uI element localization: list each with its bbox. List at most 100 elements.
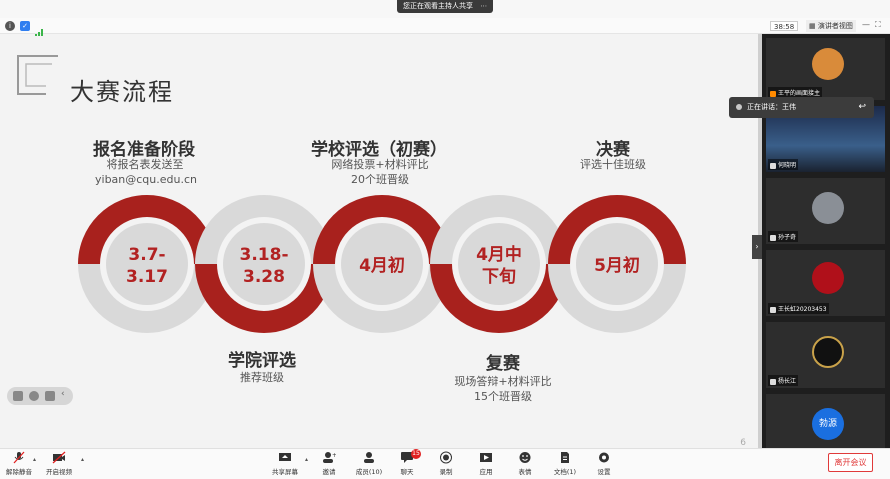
invite-button[interactable]: + 邀请 bbox=[312, 451, 346, 476]
stage-4-date-line: 4月中 bbox=[476, 244, 522, 265]
invite-icon: + bbox=[323, 452, 336, 463]
slide-page-number: 6 bbox=[740, 438, 746, 448]
stage-2-desc-1: 推荐班级 bbox=[240, 371, 284, 384]
chevron-up-icon[interactable]: ▴ bbox=[33, 456, 36, 463]
view-switch-button[interactable]: ▦ 演讲者视图 bbox=[806, 20, 856, 32]
stage-3-date-line: 4月初 bbox=[359, 255, 405, 276]
stage-1-date-line: 3.7- bbox=[128, 245, 165, 265]
share-screen-icon bbox=[279, 453, 291, 461]
avatar bbox=[812, 192, 844, 224]
share-more-icon[interactable]: ⋯ bbox=[480, 2, 487, 10]
participant-name: 王长虹20203453 bbox=[768, 303, 829, 314]
view-switch-label: 演讲者视图 bbox=[817, 22, 853, 30]
meeting-control-bar: 解除静音 ▴ 开启视频 ▴ 共享屏幕 ▴ + 邀请 成员(10) 聊天 录制 应… bbox=[0, 448, 890, 479]
signal-icon[interactable] bbox=[35, 22, 45, 37]
meeting-timer: 38:58 bbox=[770, 21, 799, 31]
screen-icon[interactable] bbox=[45, 391, 55, 401]
stage-4-heading: 复赛 bbox=[486, 354, 520, 374]
participant-name: 孙子奇 bbox=[768, 231, 799, 242]
chevron-up-icon[interactable]: ▴ bbox=[305, 456, 308, 463]
floating-toolbar[interactable]: ‹ bbox=[7, 387, 73, 405]
emoji-icon bbox=[519, 452, 531, 463]
participant-tile[interactable]: 王平的画面接主 bbox=[766, 38, 885, 100]
record-icon bbox=[440, 451, 452, 464]
stage-3-desc-2: 20个班晋级 bbox=[351, 173, 409, 186]
speaking-label: 正在讲话：王伟 bbox=[747, 103, 796, 111]
participant-name: 何晓明 bbox=[768, 159, 799, 170]
stage-3-desc-1: 网络投票+材料评比 bbox=[331, 158, 429, 171]
members-label: 成员(10) bbox=[355, 468, 383, 476]
mic-off-icon bbox=[770, 378, 776, 385]
stage-5-desc-1: 评选十佳班级 bbox=[580, 158, 646, 171]
avatar bbox=[812, 336, 844, 368]
emoji-label: 表情 bbox=[518, 468, 532, 476]
stage-2-date-line: 3.18- bbox=[240, 245, 289, 265]
start-video-button[interactable]: 开启视频 ▴ bbox=[42, 451, 84, 476]
participant-tile[interactable]: 勃源 bbox=[766, 394, 885, 448]
apps-icon bbox=[480, 453, 492, 462]
stage-2-heading: 学院评选 bbox=[228, 351, 296, 371]
invite-label: 邀请 bbox=[322, 468, 336, 476]
start-video-label: 开启视频 bbox=[46, 468, 72, 476]
chevron-left-icon[interactable]: ‹ bbox=[61, 389, 65, 399]
host-icon bbox=[770, 90, 776, 97]
participant-tile[interactable]: 王长虹20203453 bbox=[766, 250, 885, 316]
unmute-label: 解除静音 bbox=[6, 468, 32, 476]
stage-4-desc-2: 15个班晋级 bbox=[474, 390, 532, 403]
unmute-button[interactable]: 解除静音 ▴ bbox=[2, 451, 36, 476]
meeting-window: { "share_bar": { "label": "您正在观看主持人共享", … bbox=[0, 0, 890, 479]
speaker-icon bbox=[736, 104, 742, 110]
share-screen-label: 共享屏幕 bbox=[272, 468, 298, 476]
camera-off-icon bbox=[52, 451, 66, 464]
emoji-button[interactable]: 表情 bbox=[508, 451, 542, 476]
shield-icon[interactable]: ✓ bbox=[20, 21, 30, 31]
share-status-pill[interactable]: 您正在观看主持人共享 ⋯ bbox=[397, 0, 494, 13]
mic-muted-icon bbox=[13, 451, 25, 464]
participant-tile[interactable]: 杨长江 bbox=[766, 322, 885, 388]
stage-2-date-line: 3.28 bbox=[243, 267, 285, 287]
grid-icon[interactable] bbox=[13, 391, 23, 401]
svg-text:+: + bbox=[332, 452, 336, 459]
avatar: 勃源 bbox=[812, 408, 844, 440]
chat-unread-badge: 15 bbox=[411, 449, 421, 459]
shared-slide: 大赛流程 3.7- 3.17 3.18- 3.28 4月初 4月中 下旬 5月初 报名准备阶段… bbox=[0, 36, 758, 448]
apps-button[interactable]: 应用 bbox=[469, 451, 503, 476]
title-bar: 您正在观看主持人共享 ⋯ bbox=[0, 0, 890, 18]
avatar bbox=[812, 262, 844, 294]
stage-5-date-line: 5月初 bbox=[594, 255, 640, 276]
speaking-indicator[interactable]: 正在讲话：王伟 ↩ bbox=[729, 97, 874, 118]
mic-off-icon bbox=[770, 306, 776, 313]
return-icon[interactable]: ↩ bbox=[858, 97, 866, 118]
record-label: 录制 bbox=[439, 468, 453, 476]
documents-button[interactable]: 文档(1) bbox=[548, 451, 582, 476]
stage-4-date-line: 下旬 bbox=[482, 266, 516, 287]
pen-icon[interactable] bbox=[29, 391, 39, 401]
document-icon bbox=[561, 452, 569, 463]
gear-icon bbox=[599, 452, 609, 463]
mic-off-icon bbox=[770, 162, 776, 169]
avatar bbox=[812, 48, 844, 80]
minimize-icon[interactable]: — bbox=[862, 20, 870, 29]
chat-label: 聊天 bbox=[400, 468, 414, 476]
participant-tile[interactable]: 孙子奇 bbox=[766, 178, 885, 244]
settings-button[interactable]: 设置 bbox=[587, 451, 621, 476]
record-button[interactable]: 录制 bbox=[429, 451, 463, 476]
leave-meeting-button[interactable]: 离开会议 bbox=[828, 453, 873, 472]
share-screen-button[interactable]: 共享屏幕 ▴ bbox=[268, 451, 308, 476]
participant-name: 杨长江 bbox=[768, 375, 799, 386]
stage-1-desc-1: 将报名表发送至 bbox=[106, 158, 184, 171]
meeting-info-bar: i ✓ 38:58 ▦ 演讲者视图 — ⛶ bbox=[0, 18, 890, 37]
mic-off-icon bbox=[770, 234, 776, 241]
info-icon[interactable]: i bbox=[5, 21, 15, 31]
timeline-graphic: 3.7-3.17 3.18-3.28 4月初 4月中下旬 5月初 bbox=[78, 195, 686, 333]
members-button[interactable]: 成员(10) bbox=[352, 451, 386, 476]
documents-label: 文档(1) bbox=[553, 468, 577, 476]
chevron-up-icon[interactable]: ▴ bbox=[81, 456, 84, 463]
stage-1-desc-2: yiban@cqu.edu.cn bbox=[95, 173, 197, 186]
collapse-panel-button[interactable]: › bbox=[752, 235, 762, 259]
fullscreen-icon[interactable]: ⛶ bbox=[875, 20, 881, 30]
stage-4-desc-1: 现场答辩+材料评比 bbox=[454, 375, 552, 388]
apps-label: 应用 bbox=[479, 468, 493, 476]
share-status-label: 您正在观看主持人共享 bbox=[403, 2, 473, 10]
settings-label: 设置 bbox=[597, 468, 611, 476]
